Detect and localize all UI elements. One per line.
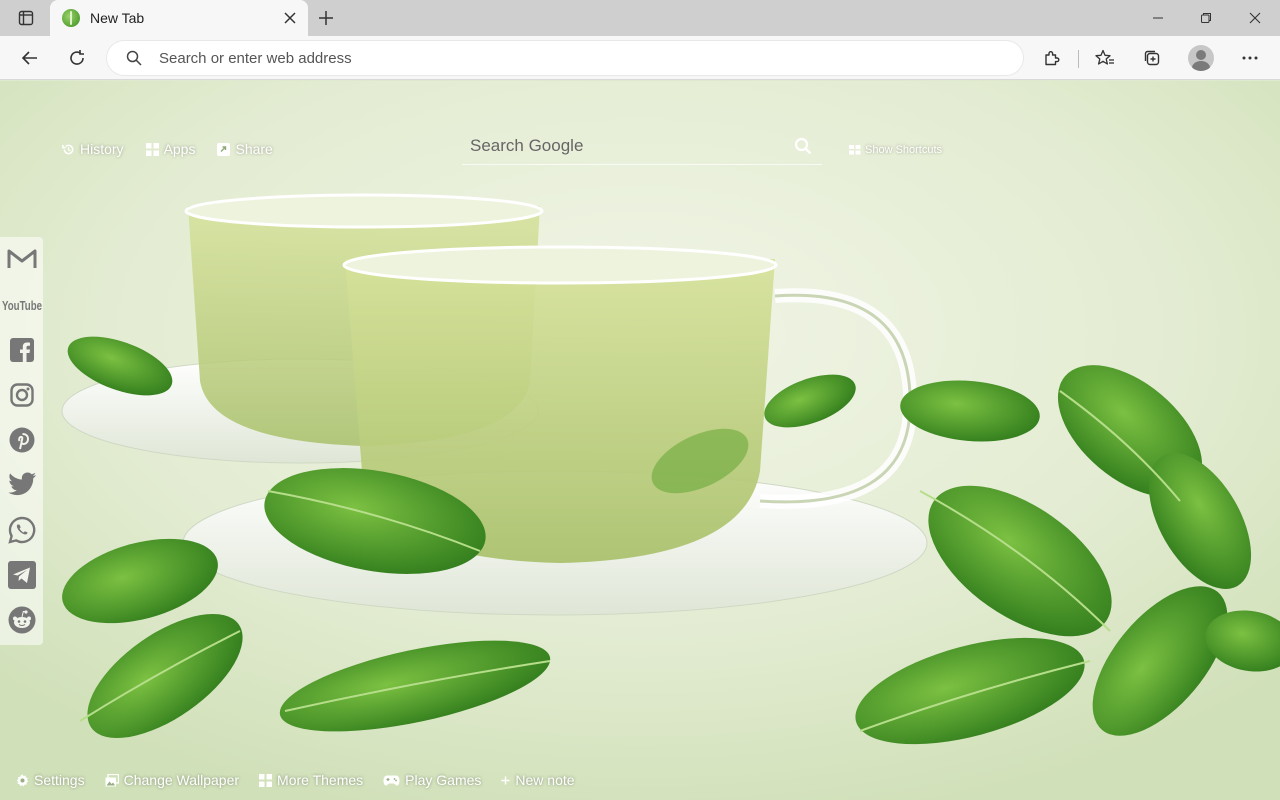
show-shortcuts-toggle[interactable]: Show Shortcuts [849,144,942,156]
puzzle-icon [1045,51,1060,66]
apps-grid-icon [145,142,159,156]
google-search-button[interactable] [792,135,814,157]
play-games-label: Play Games [405,772,482,788]
favorites-button[interactable] [1089,42,1121,74]
telegram-icon [7,561,36,589]
share-icon [217,142,231,156]
history-link[interactable]: History [62,141,124,157]
search-icon [125,49,143,67]
gear-icon [16,773,29,786]
collections-icon [1144,50,1160,66]
social-link-instagram[interactable] [0,375,43,415]
refresh-icon [70,50,84,65]
new-note-label: New note [515,772,575,788]
social-sidebar: YouTube [0,237,43,645]
twitter-icon [7,472,36,496]
tab-actions-icon [18,10,34,26]
settings-button[interactable]: Settings [16,772,85,788]
close-window-button[interactable] [1231,0,1279,36]
shortcuts-grid-icon [849,145,861,155]
plus-icon [501,776,510,784]
change-wallpaper-button[interactable]: Change Wallpaper [105,772,239,788]
change-wallpaper-label: Change Wallpaper [123,772,240,788]
toolbar-divider [1078,50,1079,68]
youtube-wordmark: YouTube [2,298,42,313]
back-button[interactable] [14,42,46,74]
themes-grid-icon [259,773,273,787]
social-link-reddit[interactable] [0,600,43,640]
extensions-button[interactable] [1036,42,1068,74]
wallpaper-icon [105,773,119,786]
top-nav: History Apps Share [62,141,273,157]
minimize-icon [1153,17,1163,19]
whatsapp-icon [7,516,35,544]
more-themes-label: More Themes [277,772,364,788]
social-link-facebook[interactable] [0,330,43,370]
star-list-icon [1095,49,1114,65]
restore-button[interactable] [1182,0,1230,36]
google-search-input[interactable] [470,135,770,156]
refresh-button[interactable] [61,42,93,74]
google-search-box [462,127,822,165]
social-link-youtube[interactable]: YouTube [0,285,43,325]
address-input[interactable] [159,49,979,67]
youtube-icon: YouTube [2,298,42,313]
reddit-icon [8,606,35,634]
share-label: Share [235,141,273,157]
bottom-bar: Settings Change Wallpaper More Themes Pl… [16,772,575,788]
leaf-favicon-icon [62,9,80,27]
browser-toolbar [0,36,1280,80]
tab-title: New Tab [90,10,145,26]
social-link-pinterest[interactable] [0,420,43,460]
settings-label: Settings [34,772,85,788]
social-link-gmail[interactable] [0,239,43,279]
social-link-telegram[interactable] [0,555,43,595]
show-shortcuts-label: Show Shortcuts [865,144,943,156]
tab-close-button[interactable] [276,4,304,32]
history-icon [62,144,74,154]
plus-icon [319,11,333,25]
collections-button[interactable] [1136,42,1168,74]
profile-avatar[interactable] [1188,45,1214,71]
gamepad-icon [383,775,400,785]
active-tab[interactable]: New Tab [50,0,308,36]
social-link-whatsapp[interactable] [0,510,43,550]
more-menu-button[interactable] [1234,42,1266,74]
history-label: History [80,141,124,157]
tea-wallpaper-image [0,81,1280,800]
restore-icon [1201,13,1211,23]
close-icon [1249,12,1261,24]
instagram-icon [9,383,34,407]
more-themes-button[interactable]: More Themes [259,772,363,788]
social-link-twitter[interactable] [0,465,43,505]
minimize-button[interactable] [1134,0,1182,36]
title-bar: New Tab [0,0,1280,36]
search-icon [794,137,812,155]
share-link[interactable]: Share [217,141,273,157]
pinterest-icon [9,427,34,453]
more-dots-icon [1242,56,1258,60]
new-note-button[interactable]: New note [501,772,575,788]
new-tab-button[interactable] [312,4,340,32]
new-tab-page: History Apps Share Show Shortcuts YouTub… [0,81,1280,800]
address-bar[interactable] [107,41,1023,75]
gmail-icon [7,249,36,268]
apps-link[interactable]: Apps [145,141,196,157]
back-arrow-icon [21,51,37,65]
facebook-icon [9,338,34,362]
apps-label: Apps [163,141,196,157]
tab-actions-button[interactable] [10,6,42,30]
play-games-button[interactable]: Play Games [383,772,481,788]
close-icon [284,12,296,24]
